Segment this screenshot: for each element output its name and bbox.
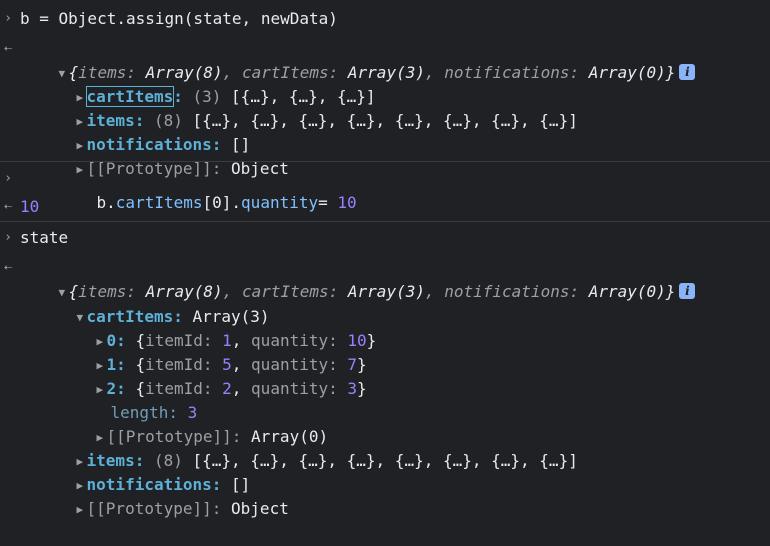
result-value: 10 bbox=[20, 197, 40, 216]
property-notifications[interactable]: ▶ notifications: [] bbox=[38, 449, 251, 494]
console-result-state: ⇠ ▼ {items: Array(8), cartItems: Array(3)… bbox=[0, 256, 770, 518]
object-summary[interactable]: ▼ {items: Array(8), cartItems: Array(3), … bbox=[20, 37, 696, 82]
property-prototype[interactable]: ▶ [[Prototype]]: Object bbox=[38, 133, 289, 178]
array-row[interactable]: ▶ 0: {itemId: 1, quantity: 10} bbox=[58, 305, 377, 350]
console-result-number: ⇠ 10 bbox=[0, 194, 770, 220]
property-items[interactable]: ▶ items: (8) [{…}, {…}, {…}, {…}, {…}, {…… bbox=[38, 85, 578, 130]
property-items[interactable]: ▶ items: (8) [{…}, {…}, {…}, {…}, {…}, {…… bbox=[38, 425, 578, 470]
console-entry-assign: › b = Object.assign(state, newData) bbox=[0, 0, 770, 36]
console-input-text[interactable]: state bbox=[20, 226, 68, 250]
property-cartItems[interactable]: ▶ cartItems: (3) [{…}, {…}, {…}] bbox=[38, 61, 376, 107]
console-result-object: ⇠ ▼ {items: Array(8), cartItems: Array(3)… bbox=[0, 36, 770, 178]
console-entry-state: › state bbox=[0, 221, 770, 254]
property-notifications[interactable]: ▶ notifications: [] bbox=[38, 109, 251, 154]
property-length: length: 3 bbox=[110, 403, 198, 422]
console-input-text[interactable]: b = Object.assign(state, newData) bbox=[20, 7, 338, 31]
property-array-prototype[interactable]: ▶ [[Prototype]]: Array(0) bbox=[58, 401, 329, 446]
info-icon[interactable]: i bbox=[679, 283, 696, 299]
property-cartItems[interactable]: ▼ cartItems: Array(3) bbox=[38, 281, 270, 326]
info-icon[interactable]: i bbox=[679, 64, 696, 80]
array-row[interactable]: ▶ 1: {itemId: 5, quantity: 7} bbox=[58, 329, 367, 374]
console-input-text[interactable]: b.cartItems[0].quantity= 10 bbox=[58, 167, 357, 212]
array-row[interactable]: ▶ 2: {itemId: 2, quantity: 3} bbox=[58, 353, 367, 398]
property-prototype[interactable]: ▶ [[Prototype]]: Object bbox=[38, 473, 289, 518]
object-summary[interactable]: ▼ {items: Array(8), cartItems: Array(3), … bbox=[20, 256, 696, 301]
expand-triangle-icon[interactable]: ▶ bbox=[77, 498, 87, 522]
console-entry-assignment: › b.cartItems[0].quantity= 10 bbox=[0, 161, 770, 212]
